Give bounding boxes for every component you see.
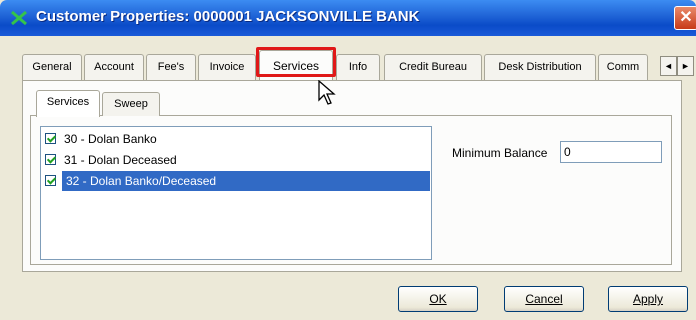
- services-tab-highlight: [256, 47, 336, 77]
- minimum-balance-input[interactable]: [560, 141, 662, 163]
- window-title: Customer Properties: 0000001 JACKSONVILL…: [36, 8, 420, 25]
- tab-general[interactable]: General: [22, 54, 82, 80]
- close-icon: ✕: [679, 9, 693, 26]
- title-bar[interactable]: Customer Properties: 0000001 JACKSONVILL…: [0, 0, 696, 36]
- app-icon: [11, 10, 27, 26]
- ok-button-label: OK: [429, 292, 447, 306]
- subtab-sweep[interactable]: Sweep: [102, 92, 160, 116]
- minimum-balance-label: Minimum Balance: [452, 146, 548, 160]
- list-item[interactable]: 30 - Dolan Banko: [45, 129, 431, 149]
- list-item-selected[interactable]: 32 - Dolan Banko/Deceased: [45, 171, 431, 191]
- cancel-button[interactable]: Cancel: [504, 286, 584, 312]
- services-listbox[interactable]: 30 - Dolan Banko 31 - Dolan Deceased 32 …: [40, 126, 432, 260]
- close-button[interactable]: ✕: [674, 6, 696, 30]
- tab-invoice[interactable]: Invoice: [198, 54, 256, 80]
- mouse-pointer-icon: [318, 80, 336, 105]
- ok-button[interactable]: OK: [398, 286, 478, 312]
- tab-fees[interactable]: Fee's: [146, 54, 196, 80]
- list-item[interactable]: 31 - Dolan Deceased: [45, 150, 431, 170]
- checkbox-checked-icon[interactable]: [45, 154, 56, 166]
- apply-button-label: Apply: [632, 292, 664, 306]
- list-item-label: 32 - Dolan Banko/Deceased: [62, 171, 430, 191]
- checkbox-checked-icon[interactable]: [45, 175, 56, 187]
- tab-account[interactable]: Account: [84, 54, 144, 80]
- tab-comm[interactable]: Comm: [598, 54, 648, 80]
- subtab-services[interactable]: Services: [36, 90, 100, 117]
- tab-credit-bureau[interactable]: Credit Bureau: [384, 54, 482, 80]
- customer-properties-window: Customer Properties: 0000001 JACKSONVILL…: [0, 0, 696, 320]
- tab-desk-distribution[interactable]: Desk Distribution: [484, 54, 596, 80]
- tab-info[interactable]: Info: [336, 54, 380, 80]
- scroll-left-icon[interactable]: ◄: [660, 56, 677, 76]
- tab-scroll-buttons: ◄ ►: [660, 56, 694, 76]
- list-item-label: 30 - Dolan Banko: [64, 132, 157, 146]
- scroll-right-icon[interactable]: ►: [677, 56, 694, 76]
- checkbox-checked-icon[interactable]: [45, 133, 56, 145]
- apply-button[interactable]: Apply: [608, 286, 688, 312]
- cancel-button-label: Cancel: [525, 292, 563, 306]
- list-item-label: 31 - Dolan Deceased: [64, 153, 177, 167]
